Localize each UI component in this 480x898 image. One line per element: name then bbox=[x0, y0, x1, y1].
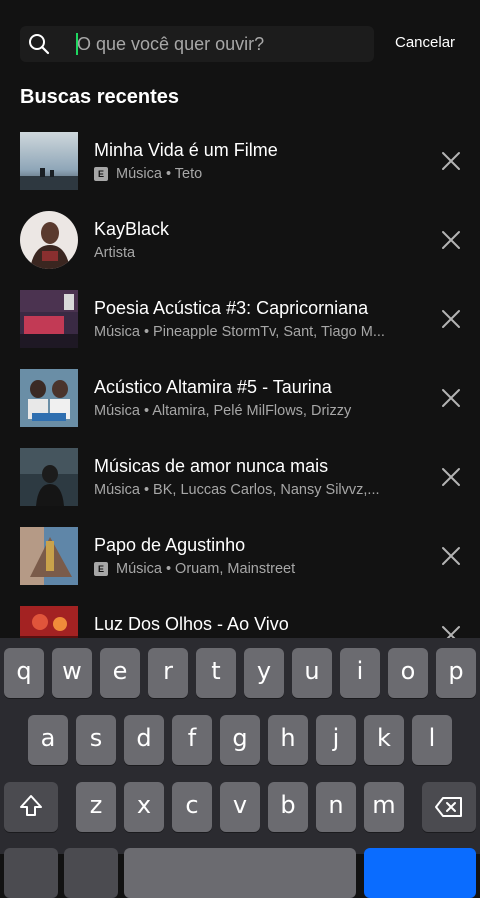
item-subtitle: Música • Pineapple StormTv, Sant, Tiago … bbox=[94, 324, 385, 340]
recent-searches-title: Buscas recentes bbox=[20, 86, 179, 108]
item-title: Acústico Altamira #5 - Taurina bbox=[94, 377, 332, 397]
item-title: Luz Dos Olhos - Ao Vivo bbox=[94, 614, 289, 634]
search-field[interactable] bbox=[20, 26, 374, 62]
item-title: Minha Vida é um Filme bbox=[94, 140, 278, 160]
emoji-key[interactable] bbox=[64, 848, 118, 898]
key-z[interactable]: z bbox=[76, 782, 116, 832]
item-subtitle: E Música • Oruam, Mainstreet bbox=[94, 561, 419, 577]
close-icon[interactable] bbox=[440, 229, 462, 251]
artist-avatar bbox=[20, 211, 78, 269]
key-w[interactable]: w bbox=[52, 648, 92, 698]
close-icon[interactable] bbox=[440, 466, 462, 488]
search-input[interactable] bbox=[77, 26, 367, 62]
key-x[interactable]: x bbox=[124, 782, 164, 832]
key-h[interactable]: h bbox=[268, 715, 308, 765]
key-t[interactable]: t bbox=[196, 648, 236, 698]
recent-item[interactable]: Luz Dos Olhos - Ao Vivo bbox=[0, 596, 480, 638]
close-icon[interactable] bbox=[440, 150, 462, 172]
item-subtitle: Música • Altamira, Pelé MilFlows, Drizzy bbox=[94, 403, 352, 419]
close-icon[interactable] bbox=[440, 387, 462, 409]
key-i[interactable]: i bbox=[340, 648, 380, 698]
cancel-button[interactable]: Cancelar bbox=[395, 34, 455, 51]
key-g[interactable]: g bbox=[220, 715, 260, 765]
item-subtitle: Música • BK, Luccas Carlos, Nansy Silvvz… bbox=[94, 482, 380, 498]
explicit-badge: E bbox=[94, 167, 108, 181]
key-v[interactable]: v bbox=[220, 782, 260, 832]
album-cover bbox=[20, 290, 78, 348]
space-key[interactable] bbox=[124, 848, 356, 898]
item-title: Músicas de amor nunca mais bbox=[94, 456, 329, 476]
item-subtitle: Artista bbox=[94, 245, 136, 261]
album-cover bbox=[20, 132, 78, 190]
key-d[interactable]: d bbox=[124, 715, 164, 765]
item-title: Poesia Acústica #3: Capricorniana bbox=[94, 298, 369, 318]
key-f[interactable]: f bbox=[172, 715, 212, 765]
recent-searches-list: Minha Vida é um Filme E Música • Teto Kay… bbox=[0, 122, 480, 638]
key-b[interactable]: b bbox=[268, 782, 308, 832]
shift-icon bbox=[20, 795, 42, 816]
key-q[interactable]: q bbox=[4, 648, 44, 698]
key-u[interactable]: u bbox=[292, 648, 332, 698]
key-o[interactable]: o bbox=[388, 648, 428, 698]
search-header: Cancelar bbox=[0, 0, 480, 80]
key-p[interactable]: p bbox=[436, 648, 476, 698]
recent-item[interactable]: Músicas de amor nunca mais Música • BK, … bbox=[0, 438, 480, 516]
item-title: KayBlack bbox=[94, 219, 170, 239]
key-c[interactable]: c bbox=[172, 782, 212, 832]
search-icon bbox=[29, 34, 50, 55]
key-l[interactable]: l bbox=[412, 715, 452, 765]
backspace-icon bbox=[435, 797, 462, 817]
album-cover bbox=[20, 527, 78, 585]
numbers-key[interactable] bbox=[4, 848, 58, 898]
close-icon[interactable] bbox=[440, 624, 462, 638]
close-icon[interactable] bbox=[440, 545, 462, 567]
backspace-key[interactable] bbox=[422, 782, 476, 832]
item-title: Papo de Agustinho bbox=[94, 535, 246, 555]
item-subtitle: E Música • Teto bbox=[94, 166, 419, 182]
key-a[interactable]: a bbox=[28, 715, 68, 765]
key-y[interactable]: y bbox=[244, 648, 284, 698]
recent-item[interactable]: Poesia Acústica #3: Capricorniana Música… bbox=[0, 280, 480, 358]
key-n[interactable]: n bbox=[316, 782, 356, 832]
recent-item[interactable]: Acústico Altamira #5 - Taurina Música • … bbox=[0, 359, 480, 437]
key-j[interactable]: j bbox=[316, 715, 356, 765]
recent-item[interactable]: KayBlack Artista bbox=[0, 201, 480, 279]
recent-item[interactable]: Papo de Agustinho E Música • Oruam, Mains… bbox=[0, 517, 480, 595]
key-k[interactable]: k bbox=[364, 715, 404, 765]
recent-item[interactable]: Minha Vida é um Filme E Música • Teto bbox=[0, 122, 480, 200]
explicit-badge: E bbox=[94, 562, 108, 576]
key-m[interactable]: m bbox=[364, 782, 404, 832]
key-r[interactable]: r bbox=[148, 648, 188, 698]
search-key[interactable] bbox=[364, 848, 476, 898]
onscreen-keyboard: q w e r t y u i o p a s d f g h j k l z … bbox=[0, 638, 480, 898]
album-cover bbox=[20, 606, 78, 638]
album-cover bbox=[20, 448, 78, 506]
album-cover bbox=[20, 369, 78, 427]
key-s[interactable]: s bbox=[76, 715, 116, 765]
shift-key[interactable] bbox=[4, 782, 58, 832]
close-icon[interactable] bbox=[440, 308, 462, 330]
key-e[interactable]: e bbox=[100, 648, 140, 698]
